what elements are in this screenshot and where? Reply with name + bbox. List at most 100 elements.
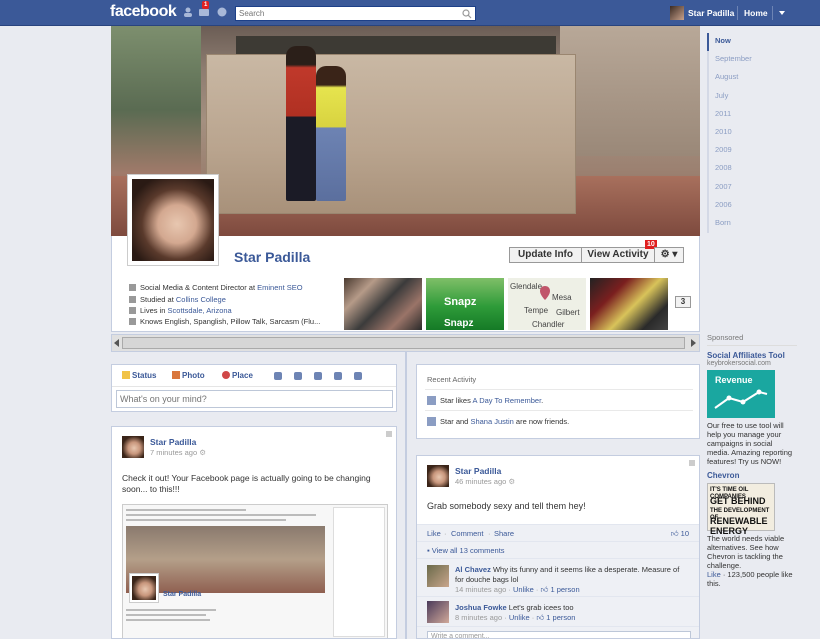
friend-link[interactable]: Shana Justin (470, 417, 513, 426)
map-pin-icon (540, 286, 550, 300)
thumbs-up-icon: 👍︎ (670, 529, 679, 538)
write-comment-row: Write a comment... (417, 626, 699, 638)
timeline-date-nav: Now September August July 2011 2010 2009… (707, 33, 777, 234)
view-all-comments-link[interactable]: ▪ View all 13 comments (427, 546, 505, 555)
page-link[interactable]: A Day To Remember (473, 396, 542, 405)
view-activity-button[interactable]: View Activity (581, 247, 655, 263)
scroll-right-icon[interactable] (691, 339, 697, 347)
chart-line-icon (714, 389, 768, 409)
post-timestamp[interactable]: 46 minutes ago ⚙ (455, 477, 515, 486)
school-link[interactable]: Collins College (176, 295, 226, 304)
cover-person (316, 66, 346, 201)
timeline-nav-2008[interactable]: 2008 (709, 160, 777, 178)
unlike-link[interactable]: Unlike (513, 585, 534, 594)
profile-settings-gear-icon[interactable]: ⚙ ▾ (654, 247, 684, 263)
timeline-nav-2007[interactable]: 2007 (709, 179, 777, 197)
profile-picture[interactable] (127, 174, 219, 266)
comment-author-link[interactable]: Al Chavez (455, 565, 491, 574)
briefcase-icon (129, 284, 136, 291)
scroll-left-icon[interactable] (114, 339, 120, 347)
sponsored-header: Sponsored (707, 333, 797, 346)
ad-image[interactable]: IT'S TIME OIL COMPANIES GET BEHIND THE D… (707, 483, 775, 536)
thumbs-up-icon: 👍︎ (536, 613, 545, 622)
timeline-nav-born[interactable]: Born (709, 215, 777, 233)
top-avatar[interactable] (670, 6, 684, 20)
horizontal-scrollbar[interactable] (111, 334, 700, 352)
location-link[interactable]: Scottsdale, Arizona (168, 306, 232, 315)
tab-status[interactable]: Status (122, 371, 156, 380)
timeline-nav-september[interactable]: September (709, 51, 777, 69)
comment-likes-link[interactable]: 👍︎ 1 person (541, 585, 580, 594)
profile-name[interactable]: Star Padilla (234, 249, 310, 265)
search-icon[interactable] (462, 9, 472, 19)
avatar[interactable] (427, 465, 449, 487)
divider (126, 519, 286, 521)
tab-photo[interactable]: Photo (172, 371, 205, 380)
post-image-screenshot[interactable]: Star Padilla (122, 504, 388, 638)
post-options-icon[interactable] (386, 431, 392, 437)
map-thumbnail[interactable]: Glendale Mesa Tempe Gilbert Chandler (508, 278, 586, 330)
thumbs-up-icon[interactable] (334, 372, 342, 380)
share-link[interactable]: Share (494, 529, 514, 538)
notifications-globe-icon[interactable] (216, 6, 228, 18)
update-info-button[interactable]: Update Info (509, 247, 582, 263)
more-sections-button[interactable]: 3 (675, 296, 691, 308)
search-input[interactable] (236, 7, 456, 20)
unlike-link[interactable]: Unlike (509, 613, 530, 622)
timeline-nav-2010[interactable]: 2010 (709, 124, 777, 142)
comment-author-link[interactable]: Joshua Fowke (455, 603, 507, 612)
timeline-nav-july[interactable]: July (709, 88, 777, 106)
employer-link[interactable]: Eminent SEO (257, 283, 302, 292)
embed-profile-picture (129, 573, 159, 603)
photo-icon (172, 371, 180, 379)
like-link[interactable]: Like (427, 529, 441, 538)
post-timestamp[interactable]: 7 minutes ago ⚙ (150, 448, 206, 457)
ad-like-link[interactable]: Like (707, 570, 721, 579)
comment: Al Chavez Why its funny and it seems lik… (417, 558, 699, 596)
scroll-thumb[interactable] (122, 337, 685, 349)
timeline-nav-2006[interactable]: 2006 (709, 197, 777, 215)
write-comment-input[interactable]: Write a comment... (427, 631, 691, 638)
view-all-comments-row: ▪ View all 13 comments (417, 541, 699, 558)
friend-requests-icon[interactable] (182, 6, 194, 18)
ad-title[interactable]: Chevron (707, 471, 797, 480)
ad-image[interactable]: Revenue (707, 370, 775, 418)
account-menu-chevron-down-icon[interactable] (779, 11, 785, 15)
comment-likes-link[interactable]: 👍︎ 1 person (536, 613, 575, 622)
timeline-nav-august[interactable]: August (709, 69, 777, 87)
post-author-link[interactable]: Star Padilla (150, 437, 196, 447)
about-location: Lives in Scottsdale, Arizona (129, 306, 232, 315)
flag-icon[interactable] (354, 372, 362, 380)
status-input[interactable] (116, 390, 393, 408)
avatar[interactable] (427, 565, 449, 587)
embed-name: Star Padilla (163, 591, 202, 598)
comment-link[interactable]: Comment (451, 529, 484, 538)
timeline-nav-now[interactable]: Now (707, 33, 777, 52)
divider (737, 6, 738, 20)
facebook-logo[interactable]: facebook (110, 3, 177, 21)
home-icon[interactable] (314, 372, 322, 380)
top-bar: facebook 1 Star Padilla Home (0, 0, 820, 26)
tab-place[interactable]: Place (222, 371, 253, 380)
home-link[interactable]: Home (744, 8, 768, 18)
timeline-nav-2009[interactable]: 2009 (709, 142, 777, 160)
timeline-nav-2011[interactable]: 2011 (709, 106, 777, 124)
profile-photo (132, 179, 214, 261)
avatar[interactable] (122, 436, 144, 458)
like-icon (427, 396, 436, 405)
recent-activity-title: Recent Activity (427, 375, 477, 384)
top-user-name-link[interactable]: Star Padilla (688, 8, 734, 18)
ad-body: The world needs viable alternatives. See… (707, 534, 785, 570)
ad-title[interactable]: Social Affiliates Tool (707, 351, 797, 360)
likes-thumbnail[interactable]: Snapz Snapz (426, 278, 504, 330)
post-options-icon[interactable] (689, 460, 695, 466)
music-thumbnail[interactable] (590, 278, 668, 330)
life-event-icon[interactable] (274, 372, 282, 380)
ad-url[interactable]: keybrokersocial.com (707, 360, 797, 367)
friends-thumbnail[interactable] (344, 278, 422, 330)
post-author-link[interactable]: Star Padilla (455, 466, 501, 476)
heart-icon[interactable] (294, 372, 302, 380)
thumbs-up-icon: 👍︎ (540, 585, 549, 594)
avatar[interactable] (427, 601, 449, 623)
like-count[interactable]: 👍︎ 10 (671, 529, 689, 539)
